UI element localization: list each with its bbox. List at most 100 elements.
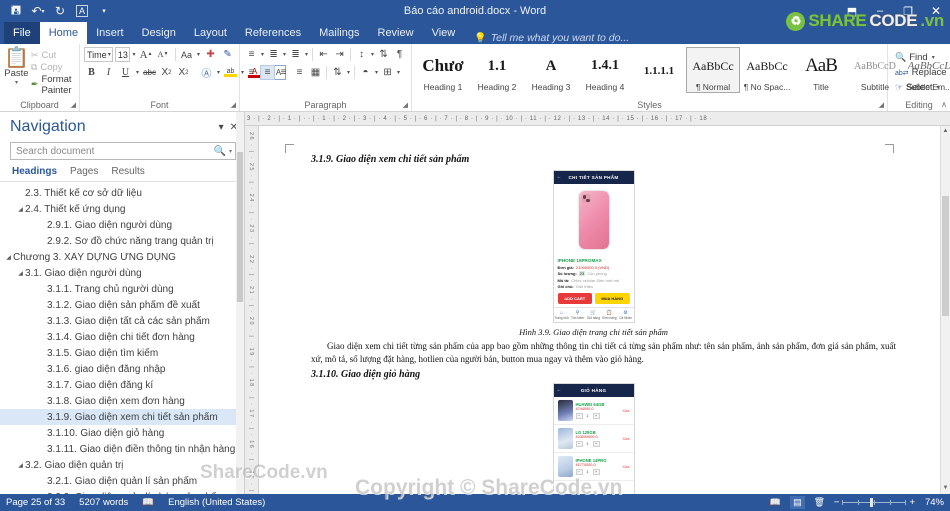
search-input[interactable] — [14, 144, 214, 158]
tab-mailings[interactable]: Mailings — [310, 22, 368, 44]
distribute-icon[interactable]: ▦ — [308, 65, 323, 80]
decrease-indent-icon[interactable]: ⇤ — [316, 47, 331, 62]
zoom-knob[interactable] — [870, 498, 874, 507]
clipboard-dialog-launcher[interactable]: ◢ — [71, 101, 76, 109]
line-spacing-caret-icon[interactable]: ▾ — [346, 69, 351, 76]
document-area[interactable]: 3 · | · 2 · | · 1 · | · · | · 1 · | · 2 … — [245, 112, 950, 494]
save-icon[interactable]: 🖪 — [6, 2, 26, 20]
customize-qat-icon[interactable]: ▾ — [94, 2, 114, 20]
find-caret-icon[interactable]: ▾ — [931, 54, 936, 61]
style-no-spacing[interactable]: AaBbCc ¶ No Spac... — [740, 47, 794, 93]
font-name-input[interactable]: Times New Ro ▾ — [84, 47, 113, 62]
navigation-tabs[interactable]: Headings Pages Results — [0, 160, 244, 182]
nav-heading-item[interactable]: 3.1.8. Giao diện xem đơn hàng — [0, 393, 244, 409]
web-layout-button[interactable]: 🗑 — [812, 496, 827, 509]
undo-icon[interactable]: ↶ ▾ — [28, 2, 48, 20]
nav-heading-item[interactable]: 3.1.7. Giao diện đăng kí — [0, 377, 244, 393]
zoom-level[interactable]: 74% — [922, 497, 944, 508]
twisty-icon[interactable]: ◢ — [16, 270, 25, 277]
style-heading-1[interactable]: Chươ Heading 1 — [416, 47, 470, 93]
highlight-all-icon[interactable]: ✎ — [220, 47, 235, 62]
paragraph-dialog-launcher[interactable]: ◢ — [403, 101, 408, 109]
find-button[interactable]: 🔍 Find ▾ — [895, 50, 946, 65]
align-left-icon[interactable]: ≡ — [244, 65, 259, 80]
underline-caret-icon[interactable]: ▾ — [135, 69, 140, 76]
bold-button[interactable]: B — [84, 65, 99, 80]
superscript-button[interactable]: X2 — [176, 65, 191, 80]
justify-icon[interactable]: ≡ — [292, 65, 307, 80]
scroll-up-icon[interactable]: ▲ — [941, 126, 950, 137]
styles-dialog-launcher[interactable]: ◢ — [879, 101, 884, 109]
bullets-caret-icon[interactable]: ▾ — [260, 51, 265, 58]
tab-view[interactable]: View — [423, 22, 465, 44]
zoom-slider[interactable]: − + — [834, 497, 915, 508]
align-right-icon[interactable]: ≡ — [276, 65, 291, 80]
document-page[interactable]: 3.1.9. Giao diện xem chi tiết sản phẩm ←… — [247, 126, 940, 494]
scroll-thumb[interactable] — [942, 196, 949, 316]
font-size-caret-icon[interactable]: ▾ — [132, 51, 137, 58]
text-effects-icon[interactable]: Ⓐ — [199, 65, 214, 80]
nav-heading-item[interactable]: 3.1.10. Giao diện giỏ hàng — [0, 425, 244, 441]
twisty-icon[interactable]: ◢ — [16, 206, 25, 213]
navigation-scrollbar[interactable] — [236, 112, 244, 494]
vertical-ruler[interactable]: 26 · | · 25 · | · 24 · | · 23 · | · 22 ·… — [245, 126, 259, 494]
print-layout-button[interactable]: ▤ — [789, 496, 805, 509]
nav-heading-item[interactable]: 3.1.11. Giao diện điền thông tin nhận hà… — [0, 441, 244, 457]
bullets-icon[interactable]: ≡ — [244, 47, 259, 62]
nav-tab-results[interactable]: Results — [111, 166, 144, 177]
clear-formatting-icon[interactable]: ✚ — [203, 47, 218, 62]
scroll-down-icon[interactable]: ▼ — [941, 483, 950, 494]
tab-references[interactable]: References — [236, 22, 310, 44]
shrink-font-icon[interactable]: A ▼ — [156, 47, 171, 62]
proofing-icon[interactable]: 📖 — [142, 497, 154, 508]
nav-heading-item[interactable]: 3.1.3. Giao diện tất cả các sản phẩm — [0, 313, 244, 329]
tab-review[interactable]: Review — [369, 22, 423, 44]
shading-caret-icon[interactable]: ▾ — [374, 69, 379, 76]
nav-heading-item[interactable]: 3.1.6. giao diện đăng nhập — [0, 361, 244, 377]
word-count[interactable]: 5207 words — [79, 497, 128, 508]
horizontal-ruler[interactable]: 3 · | · 2 · | · 1 · | · · | · 1 · | · 2 … — [245, 112, 950, 126]
align-center-icon[interactable]: ≡ — [260, 65, 275, 80]
nav-heading-item[interactable]: 2.3. Thiết kế cơ sở dữ liệu — [0, 185, 244, 201]
quick-access-toolbar[interactable]: 🖪 ↶ ▾ ↻ A ▾ — [0, 2, 114, 20]
collapse-ribbon-icon[interactable]: ∧ — [941, 100, 947, 109]
nav-heading-item[interactable]: 2.9.2. Sơ đồ chức năng trang quản trị — [0, 233, 244, 249]
subscript-button[interactable]: X2 — [159, 65, 174, 80]
select-button[interactable]: ☞ Select ▾ — [895, 80, 946, 95]
style-normal[interactable]: AaBbCc ¶ Normal — [686, 47, 740, 93]
underline-button[interactable]: U — [118, 65, 133, 80]
change-case-icon[interactable]: Aa — [179, 47, 194, 62]
numbering-icon[interactable]: ≣ — [266, 47, 281, 62]
language-indicator[interactable]: English (United States) — [168, 497, 265, 508]
search-document-box[interactable]: 🔍 ▾ — [10, 142, 236, 160]
style-heading-5[interactable]: 1.1.1.1 — [632, 47, 686, 93]
nav-heading-item[interactable]: 3.1.2. Giao diện sản phẩm đề xuất — [0, 297, 244, 313]
select-caret-icon[interactable]: ▾ — [935, 84, 940, 91]
format-painter-button[interactable]: ✒ Format Painter — [31, 74, 75, 96]
text-effects-caret-icon[interactable]: ▾ — [216, 69, 221, 76]
tab-insert[interactable]: Insert — [87, 22, 133, 44]
twisty-icon[interactable]: ◢ — [16, 462, 25, 469]
nav-heading-item[interactable]: 3.1.1. Trang chủ người dùng — [0, 281, 244, 297]
multilevel-caret-icon[interactable]: ▾ — [304, 51, 309, 58]
cut-button[interactable]: ✂ Cut — [31, 50, 75, 61]
document-scrollbar[interactable]: ▲ ▼ — [940, 126, 950, 494]
nav-heading-item[interactable]: 3.1.9. Giao diện xem chi tiết sản phẩm — [0, 409, 244, 425]
tab-home[interactable]: Home — [39, 22, 88, 44]
copy-button[interactable]: ⧉ Copy — [31, 62, 75, 73]
font-dialog-launcher[interactable]: ◢ — [231, 101, 236, 109]
zoom-in-button[interactable]: + — [909, 497, 915, 508]
sort-az-icon[interactable]: ⇅ — [376, 47, 391, 62]
tab-layout[interactable]: Layout — [185, 22, 236, 44]
style-heading-2[interactable]: 1.1 Heading 2 — [470, 47, 524, 93]
nav-heading-item[interactable]: 2.9.1. Giao diện người dùng — [0, 217, 244, 233]
sort-icon[interactable]: ↕ — [354, 47, 369, 62]
increase-indent-icon[interactable]: ⇥ — [332, 47, 347, 62]
nav-heading-item[interactable]: ◢ 3.1. Giao diện người dùng — [0, 265, 244, 281]
nav-heading-item[interactable]: 3.1.5. Giao diện tìm kiếm — [0, 345, 244, 361]
numbering-caret-icon[interactable]: ▾ — [282, 51, 287, 58]
nav-heading-item[interactable]: 3.1.4. Giao diện chi tiết đơn hàng — [0, 329, 244, 345]
shading-icon[interactable]: ◓ — [358, 65, 373, 80]
zoom-track[interactable] — [842, 498, 907, 507]
search-options-caret-icon[interactable]: ▾ — [226, 148, 232, 155]
